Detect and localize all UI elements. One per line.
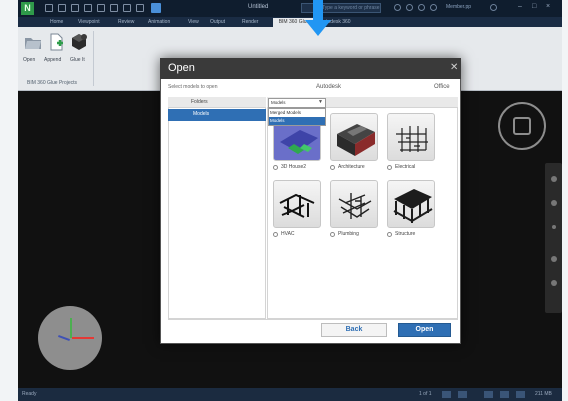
option-merged-models[interactable]: Merged Models [270, 110, 301, 115]
close-icon[interactable]: ✕ [450, 62, 458, 73]
zoom-icon[interactable] [552, 225, 556, 229]
user-icon[interactable] [430, 4, 437, 11]
model-radio-electrical[interactable] [387, 165, 392, 170]
status-bar [18, 388, 562, 401]
sheet-prev-icon[interactable] [442, 391, 451, 398]
chevron-down-icon[interactable]: ▼ [318, 99, 323, 105]
memory-icon[interactable] [516, 391, 525, 398]
window-title: Untitled [248, 4, 269, 10]
model-radio-plumbing[interactable] [330, 232, 335, 237]
quick-refresh-icon[interactable] [123, 4, 131, 12]
model-thumb-structure[interactable] [387, 180, 435, 228]
tab-render[interactable]: Render [242, 18, 258, 27]
performance-icon[interactable] [500, 391, 509, 398]
tab-viewpoint[interactable]: Viewpoint [78, 18, 100, 27]
orbit-icon[interactable] [551, 256, 557, 262]
model-radio-hvac[interactable] [273, 232, 278, 237]
tab-home[interactable]: Home [50, 18, 63, 27]
ribbon-divider [93, 31, 94, 86]
close-window-icon[interactable]: × [546, 3, 550, 10]
user-name[interactable]: Member.pp [446, 4, 471, 10]
infocenter-icon[interactable] [406, 4, 413, 11]
quick-redo-icon[interactable] [110, 4, 118, 12]
steering-wheel-icon[interactable] [551, 176, 557, 182]
look-icon[interactable] [551, 280, 557, 286]
project-browser-icon[interactable] [484, 391, 493, 398]
append-button[interactable]: Append [44, 57, 61, 63]
folders-header-label: Folders [191, 99, 208, 105]
tab-view[interactable]: View [188, 18, 199, 27]
back-button[interactable]: Back [321, 323, 387, 337]
source-tab-autodesk[interactable]: Autodesk [316, 84, 341, 90]
quick-undo-icon[interactable] [97, 4, 105, 12]
memory-readout: 211 MB [535, 391, 552, 397]
folder-item-models[interactable] [168, 109, 266, 121]
option-models-label: Models [270, 118, 285, 123]
dialog-title: Open [168, 62, 195, 74]
dialog-subtitle: Select models to open [168, 84, 218, 90]
tab-animation[interactable]: Animation [148, 18, 170, 27]
dialog-footer-divider [168, 319, 458, 320]
dialog-titlebar [160, 58, 461, 79]
model-type-selected: Models [271, 100, 286, 105]
quick-new-icon[interactable] [45, 4, 53, 12]
sheet-counter: 1 of 1 [419, 391, 432, 397]
tab-output[interactable]: Output [210, 18, 225, 27]
y-axis-icon [70, 318, 72, 338]
help-icon[interactable] [490, 4, 497, 11]
tab-review[interactable]: Review [118, 18, 134, 27]
folders-panel [168, 97, 266, 319]
model-label-structure[interactable]: Structure [395, 231, 415, 237]
sheet-next-icon[interactable] [458, 391, 467, 398]
open-folder-icon[interactable] [24, 33, 42, 51]
quick-open-icon[interactable] [58, 4, 66, 12]
quick-properties-icon[interactable] [151, 3, 161, 13]
open-button[interactable]: Open [23, 57, 35, 63]
star-icon[interactable] [418, 4, 425, 11]
folder-item-label: Models [193, 111, 210, 117]
viewcube-icon[interactable] [513, 117, 531, 135]
ribbon-group-label: BIM 360 Glue Projects [27, 80, 78, 86]
model-thumb-electrical[interactable] [387, 113, 435, 161]
maximize-icon[interactable]: □ [532, 3, 536, 10]
append-file-icon[interactable] [47, 33, 65, 51]
folders-header [168, 97, 266, 108]
pointer-arrow-icon [303, 0, 333, 36]
model-thumb-architecture[interactable] [330, 113, 378, 161]
glue-it-button[interactable]: Glue It [70, 57, 85, 63]
minimize-icon[interactable]: – [518, 3, 522, 10]
quick-select-icon[interactable] [136, 4, 144, 12]
search-icon[interactable] [394, 4, 401, 11]
model-radio-architecture[interactable] [330, 165, 335, 170]
source-tab-office[interactable]: Office [434, 84, 450, 90]
x-axis-icon [72, 337, 94, 339]
model-label-electrical[interactable]: Electrical [395, 164, 415, 170]
navisworks-window: N Untitled Type a keyword or phrase Memb… [18, 0, 562, 401]
pan-icon[interactable] [551, 200, 557, 206]
model-radio-structure[interactable] [387, 232, 392, 237]
model-radio-3d-house2[interactable] [273, 165, 278, 170]
model-label-hvac[interactable]: HVAC [281, 231, 295, 237]
open-model-button[interactable]: Open [398, 323, 451, 337]
quick-print-icon[interactable] [84, 4, 92, 12]
model-thumb-hvac[interactable] [273, 180, 321, 228]
navigation-bar [545, 163, 562, 313]
status-text: Ready [22, 391, 37, 397]
app-logo-icon[interactable]: N [21, 2, 34, 15]
model-thumb-plumbing[interactable] [330, 180, 378, 228]
model-label-plumbing[interactable]: Plumbing [338, 231, 359, 237]
model-label-architecture[interactable]: Architecture [338, 164, 365, 170]
quick-save-icon[interactable] [71, 4, 79, 12]
glue-it-icon[interactable] [70, 33, 88, 51]
model-label-3d-house2[interactable]: 3D House2 [281, 164, 306, 170]
